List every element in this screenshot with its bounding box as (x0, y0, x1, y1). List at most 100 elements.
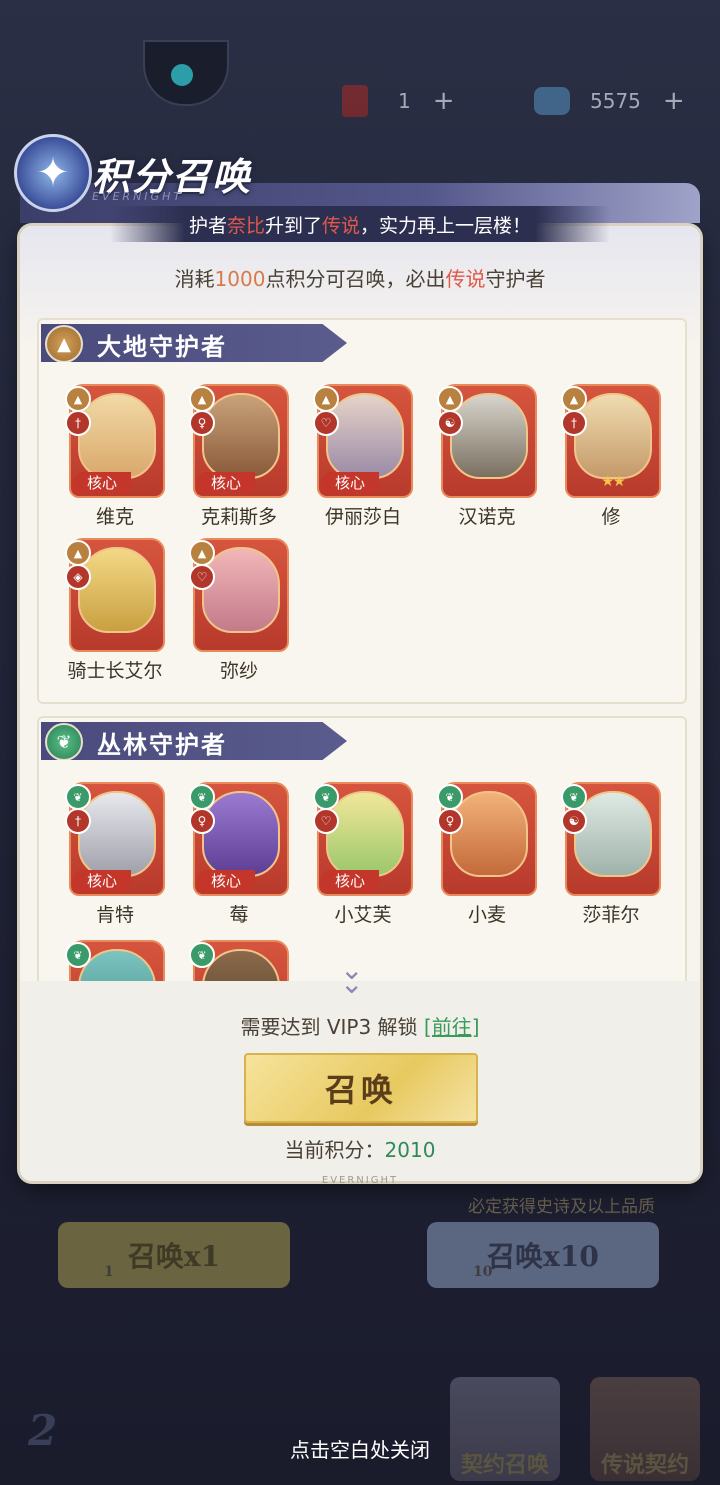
goto-vip-link[interactable]: [前往] (424, 1015, 480, 1039)
jungle-element-icon: ❦ (189, 942, 215, 968)
info-text-2: 点积分可召唤，必出 (265, 267, 446, 291)
ticket-count: 1 (398, 89, 411, 113)
hero-card[interactable]: ▲ ◈ 骑士长艾尔 (65, 538, 165, 682)
earth-element-icon: ▲ (561, 386, 587, 412)
jungle-element-icon: ❦ (313, 784, 339, 810)
core-badge: 核心 (197, 870, 255, 892)
announcement-text-2: 升到了 (264, 214, 322, 237)
info-rank: 传说 (445, 267, 486, 291)
summon-x1-label: 召唤x1 (127, 1240, 221, 1273)
points-summon-modal: 消耗1000点积分可召唤，必出传说守护者 ▲ 大地守护者 ▲ † 核心 维克 ▲ ♀ 核心克… (20, 226, 700, 1181)
earth-element-icon: ▲ (65, 386, 91, 412)
add-ticket-button: + (432, 86, 455, 116)
hero-portrait (78, 547, 156, 633)
title-brand: EVERNIGHT (92, 190, 184, 203)
hero-name: 克莉斯多 (200, 506, 277, 528)
summon-x10-label: 召唤x10 (487, 1240, 599, 1273)
core-badge: 核心 (73, 870, 131, 892)
earth-guardians-section: ▲ 大地守护者 ▲ † 核心 维克 ▲ ♀ 核心 克莉斯多 ▲ ♡ 核心 伊丽莎白 ▲ ☯ 汉诺克 ▲ † ★★ 修… (37, 318, 687, 704)
vip-text: 需要达到 VIP3 解锁 (240, 1015, 418, 1039)
section-title: 大地守护者 (97, 333, 227, 361)
points-label: 当前积分： (284, 1138, 385, 1162)
background-bottom-nav: 2 契约召唤 传说契约 (0, 1365, 720, 1485)
diamond-icon (534, 87, 570, 115)
diamond-count: 5575 (590, 89, 641, 113)
hero-class-icon: ♡ (313, 808, 339, 834)
info-text-3: 守护者 (485, 267, 546, 291)
hero-class-icon: ♀ (189, 410, 215, 436)
hero-card[interactable]: ▲ † ★★ 修 (561, 384, 661, 528)
hero-name: 莓 (229, 904, 249, 926)
earth-element-icon: ▲ (65, 540, 91, 566)
close-hint[interactable]: 点击空白处关闭 (0, 1434, 720, 1463)
section-header: ❦ 丛林守护者 (41, 722, 347, 760)
footer-brand: EVERNIGHT (321, 1175, 399, 1186)
earth-element-icon: ▲ (313, 386, 339, 412)
hero-name: 弥纱 (219, 660, 258, 682)
hero-portrait (574, 393, 652, 479)
vip-requirement: 需要达到 VIP3 解锁 [前往] (20, 1011, 700, 1040)
announcement-text-3: ，实力再上一层楼！ (360, 214, 532, 237)
current-points: 当前积分：2010 (20, 1134, 700, 1163)
points-value: 2010 (384, 1138, 436, 1162)
jungle-element-icon: ❦ (65, 942, 91, 968)
hero-card[interactable]: ❦ ☯ 莎菲尔 (561, 782, 661, 926)
summon-button[interactable]: 召唤 (244, 1053, 478, 1123)
hero-card[interactable]: ▲ ♡ 弥纱 (189, 538, 289, 682)
hero-class-icon: ☯ (561, 808, 587, 834)
summon-x1-cost: 1 (104, 1264, 114, 1280)
hero-card[interactable]: ❦ ♀ 小麦 (437, 782, 537, 926)
hero-card[interactable]: ❦ † 核心肯特 (65, 782, 165, 926)
hero-class-icon: ♡ (189, 564, 215, 590)
info-text-1: 消耗 (174, 267, 215, 291)
hero-card[interactable]: ▲ ♀ 核心克莉斯多 (189, 384, 289, 528)
hero-portrait (450, 393, 528, 479)
hero-name: 汉诺克 (458, 506, 516, 528)
hero-class-icon: † (65, 808, 91, 834)
hero-card[interactable]: ❦ ♀ 核心莓 (189, 782, 289, 926)
hero-name: 骑士长艾尔 (67, 660, 163, 682)
hero-portrait (574, 791, 652, 877)
summon-ticket-icon (342, 85, 368, 117)
hero-portrait (78, 393, 156, 479)
background-top-bar: 1 + 5575 + (0, 0, 720, 140)
announcement-hero: 奈比 (226, 214, 265, 237)
hero-portrait (202, 791, 280, 877)
summon-x10-cost: 10 (473, 1264, 493, 1280)
jungle-element-icon: ❦ (561, 784, 587, 810)
hero-portrait (202, 393, 280, 479)
hero-name: 肯特 (95, 904, 134, 926)
jungle-element-icon: ❦ (65, 784, 91, 810)
earth-element-icon: ▲ (189, 540, 215, 566)
announcement-rank: 传说 (322, 214, 361, 237)
hero-card[interactable]: ▲ † 核心 维克 (65, 384, 165, 528)
hero-class-icon: † (65, 410, 91, 436)
hero-class-icon: ◈ (65, 564, 91, 590)
hero-portrait (202, 547, 280, 633)
core-badge: 核心 (197, 472, 255, 494)
earth-element-icon: ▲ (189, 386, 215, 412)
hero-card[interactable]: ▲ ☯ 汉诺克 (437, 384, 537, 528)
hero-class-icon: ♡ (313, 410, 339, 436)
background-summon-x10-button: 召唤x10 10 (427, 1222, 659, 1288)
hero-name: 小艾芙 (334, 904, 392, 926)
core-badge: 核心 (73, 472, 131, 494)
hero-card[interactable]: ❦ ♡ 核心 小艾芙 (313, 782, 413, 926)
bottom-panel: ⌄ ⌄ 需要达到 VIP3 解锁 [前往] 召唤 当前积分：2010 (20, 956, 700, 1181)
hero-class-icon: ♀ (437, 808, 463, 834)
hero-portrait (78, 791, 156, 877)
hero-name: 修 (601, 506, 621, 528)
hero-card[interactable]: ▲ ♡ 核心 伊丽莎白 (313, 384, 413, 528)
scroll-down-chevron-icon: ⌄ ⌄ (340, 953, 364, 1000)
hero-class-icon: ♀ (189, 808, 215, 834)
hero-portrait (450, 791, 528, 877)
mascot-icon (143, 40, 229, 106)
star-rating-icon: ★★ (601, 472, 626, 490)
tab-contract-summon: 契约召唤 (450, 1377, 560, 1481)
announcement-text-1: 护者 (188, 214, 227, 237)
hero-name: 莎菲尔 (582, 904, 640, 926)
star-emblem-icon: ✦ (14, 134, 92, 212)
tab-legend-contract: 传说契约 (590, 1377, 700, 1481)
hero-class-icon: ☯ (437, 410, 463, 436)
info-cost: 1000 (214, 267, 266, 291)
